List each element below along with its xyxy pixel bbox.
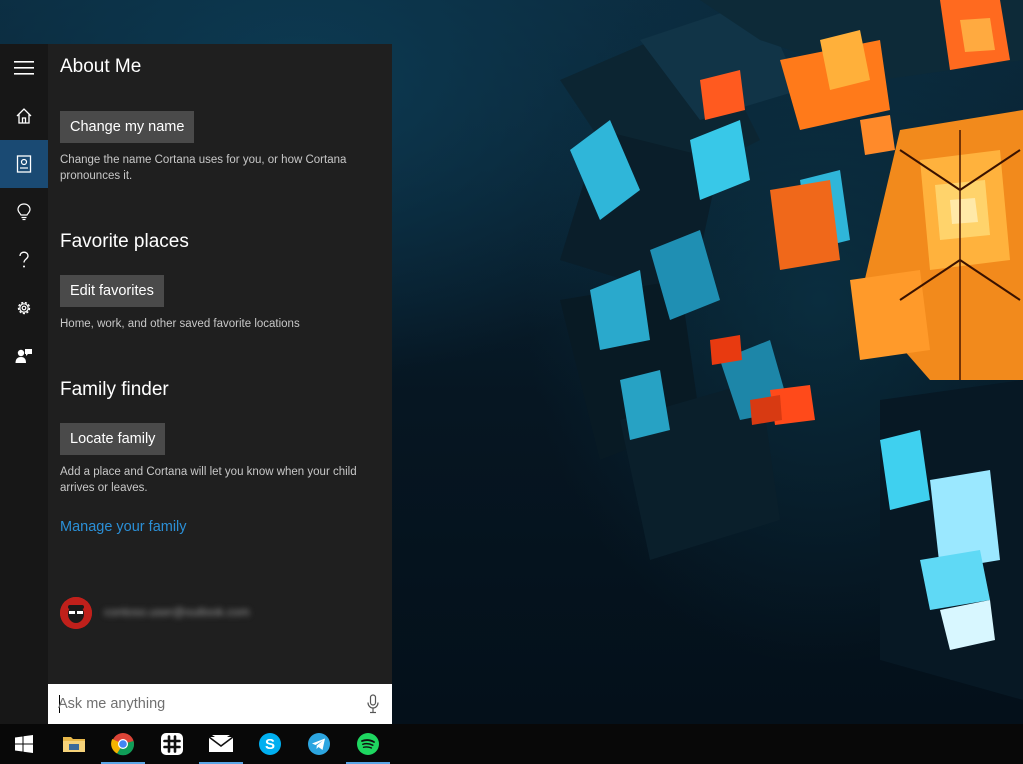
start-button[interactable] xyxy=(0,724,48,764)
rail-tips-button[interactable] xyxy=(0,188,48,236)
chrome-icon xyxy=(111,733,135,756)
rail-settings-button[interactable] xyxy=(0,284,48,332)
change-name-description: Change the name Cortana uses for you, or… xyxy=(60,154,347,182)
locate-family-button[interactable]: Locate family xyxy=(60,423,166,455)
about-me-heading: About Me xyxy=(60,56,142,77)
edit-favorites-button[interactable]: Edit favorites xyxy=(60,275,164,307)
mail-button[interactable] xyxy=(197,724,245,764)
spotify-button[interactable] xyxy=(344,724,392,764)
notebook-icon xyxy=(16,155,32,173)
help-icon xyxy=(19,251,29,268)
cortana-search-box[interactable] xyxy=(48,684,392,724)
chrome-button[interactable] xyxy=(99,724,147,764)
telegram-button[interactable] xyxy=(295,724,343,764)
rail-feedback-button[interactable] xyxy=(0,332,48,380)
microphone-icon[interactable] xyxy=(366,694,380,714)
file-explorer-icon xyxy=(63,737,85,752)
favorites-description: Home, work, and other saved favorite loc… xyxy=(60,318,300,330)
search-input[interactable] xyxy=(58,694,348,714)
slack-icon xyxy=(161,733,183,755)
change-my-name-button[interactable]: Change my name xyxy=(60,111,195,143)
rail-help-button[interactable] xyxy=(0,236,48,284)
windows-start-icon xyxy=(15,735,33,753)
hamburger-menu-icon xyxy=(14,61,34,75)
notebook-about-me-content: About Me Change my name Change the name … xyxy=(48,44,392,684)
account-email: contoso.user@outlook.com xyxy=(104,605,250,619)
family-finder-description: Add a place and Cortana will let you kno… xyxy=(60,466,357,494)
rail-home-button[interactable] xyxy=(0,92,48,140)
spotify-icon xyxy=(357,733,379,755)
skype-icon: S xyxy=(259,733,281,755)
cortana-nav-rail xyxy=(0,44,48,724)
manage-your-family-link[interactable]: Manage your family xyxy=(60,519,187,535)
mail-icon xyxy=(208,735,234,752)
svg-text:S: S xyxy=(265,736,275,753)
taskbar: S xyxy=(0,724,1023,764)
file-explorer-button[interactable] xyxy=(50,724,98,764)
home-icon xyxy=(16,108,32,124)
user-avatar-icon xyxy=(60,597,92,629)
avatar[interactable] xyxy=(60,597,92,629)
skype-button[interactable]: S xyxy=(246,724,294,764)
slack-button[interactable] xyxy=(148,724,196,764)
rail-notebook-button[interactable] xyxy=(0,140,48,188)
favorite-places-heading: Favorite places xyxy=(60,231,189,252)
feedback-icon xyxy=(15,349,32,363)
family-finder-heading: Family finder xyxy=(60,379,169,400)
gear-icon xyxy=(17,301,31,315)
telegram-icon xyxy=(308,733,330,755)
cortana-panel: About Me Change my name Change the name … xyxy=(0,44,392,724)
lightbulb-icon xyxy=(17,203,31,221)
hamburger-menu-button[interactable] xyxy=(0,44,48,92)
